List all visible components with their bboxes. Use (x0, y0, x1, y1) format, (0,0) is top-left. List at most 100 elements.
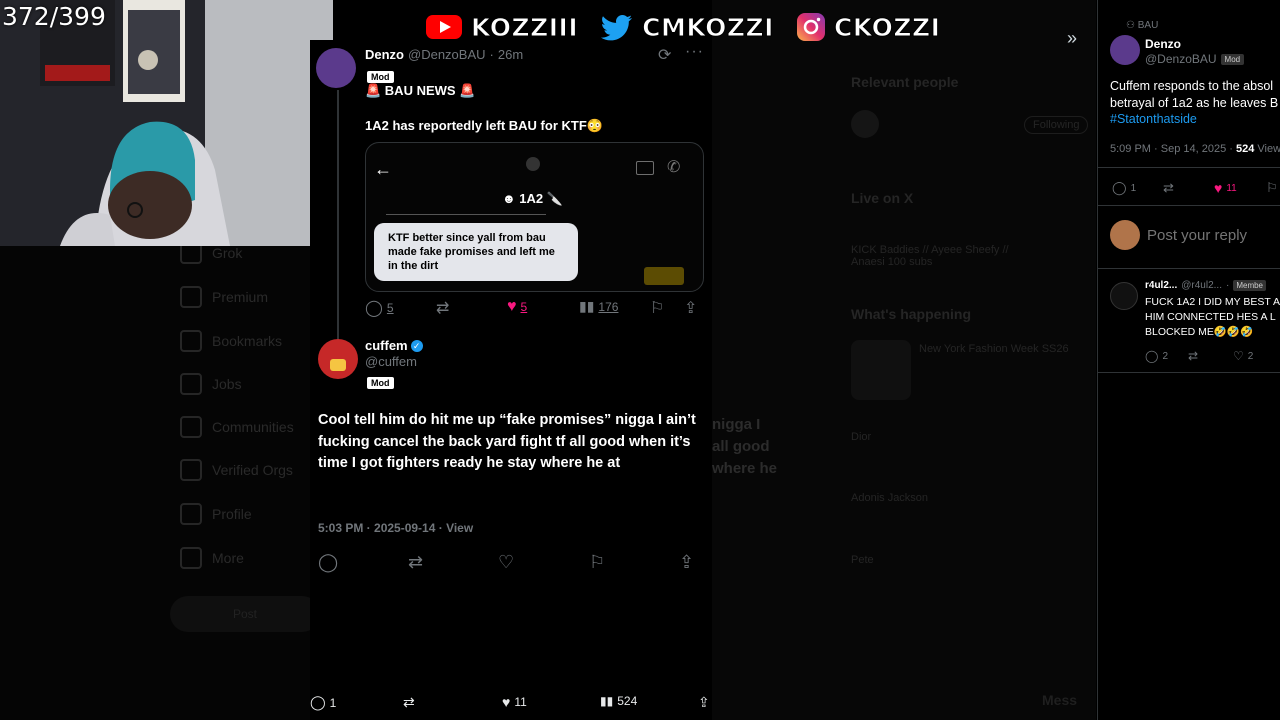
youtube-handle: KOZZIII (470, 12, 579, 42)
post-time[interactable]: 26m (498, 47, 523, 62)
author-name[interactable]: Denzo (1145, 37, 1181, 51)
bookmark-icon: ⚐ (1266, 180, 1278, 195)
contact-avatar (526, 157, 540, 171)
reply-icon: ◯ (1145, 349, 1159, 363)
view-count[interactable]: ▮▮ 524 (600, 694, 637, 708)
phone-icon: ✆ (667, 159, 681, 176)
nav-profile: Profile (180, 503, 252, 525)
nav-more: More (180, 547, 244, 569)
reply-button[interactable]: ◯ 2 (1145, 349, 1168, 363)
back-arrow-icon: ← (374, 159, 392, 179)
repost-button[interactable]: ⇄ (1188, 349, 1198, 363)
heart-icon: ♥ (507, 298, 517, 315)
bookmark-icon[interactable]: ⚐ (589, 552, 605, 573)
grok-icon[interactable]: ⟳ (658, 45, 671, 65)
reply-button[interactable]: ◯ 5 (365, 298, 394, 318)
hashtag-link[interactable]: #Statonthatside (1110, 112, 1197, 126)
nav-communities: Communities (180, 416, 294, 438)
follow-button: Following (1024, 116, 1089, 134)
like-button[interactable]: ♥ 5 (507, 298, 527, 316)
repost-icon[interactable]: ⇄ (408, 552, 423, 573)
dm-message: KTF better since yall from bau made fake… (374, 223, 578, 281)
repost-icon: ⇄ (436, 300, 450, 317)
share-icon[interactable]: ⇪ (679, 552, 694, 573)
background-sidebar: Grok Premium Bookmarks Jobs Communities … (0, 242, 310, 720)
avatar[interactable] (1110, 282, 1138, 310)
webcam-scene (0, 0, 333, 246)
mod-badge: Mod (1220, 53, 1245, 65)
instagram-handle: CKOZZI (833, 12, 941, 42)
reply-icon: ◯ (1112, 180, 1127, 195)
trend-name: Adonis Jackson (851, 492, 929, 504)
reply-icon: ◯ (365, 300, 383, 317)
repost-icon: ⇄ (1163, 180, 1174, 195)
author-name[interactable]: cuffem (365, 338, 408, 353)
repost-icon: ⇄ (1188, 349, 1199, 363)
attached-screenshot[interactable]: ← ☻ 1A2 🔪 ✆ KTF better since yall from b… (365, 142, 704, 292)
post-meta: 5:09 PM · Sep 14, 2025 · 524 View (1110, 143, 1280, 155)
expand-icon[interactable]: » (1067, 28, 1077, 49)
community-icon: ⚇ (1126, 20, 1138, 31)
youtube-icon (426, 15, 462, 39)
separator: · (489, 47, 494, 62)
author-name[interactable]: r4ul2... (1145, 280, 1177, 291)
post-meta[interactable]: 5:03 PM · 2025-09-14 · View (318, 521, 473, 535)
nav-grok: Grok (180, 242, 242, 264)
verified-icon: ✓ (410, 339, 423, 352)
share-button[interactable]: ⇪ (698, 694, 710, 711)
share-button[interactable]: ⇪ (684, 298, 697, 318)
trend-name: Pete (851, 554, 874, 566)
mod-badge: Mod (367, 373, 394, 391)
like-button[interactable]: ♡ 2 (1233, 349, 1253, 363)
post-text: Cuffem responds to the absol betrayal of… (1110, 79, 1279, 110)
reply-button[interactable]: ◯ 1 (1112, 180, 1136, 196)
comment-header: r4ul2... @r4ul2... · Membe (1145, 280, 1267, 291)
heart-icon: ♥ (502, 694, 511, 710)
divider (1098, 205, 1280, 206)
author-meta: @DenzoBAU Mod (1145, 52, 1245, 66)
reply-icon[interactable]: ◯ (318, 552, 338, 573)
author-handle[interactable]: @r4ul2... (1181, 280, 1222, 291)
whats-happening-heading: What's happening (851, 306, 971, 322)
more-icon[interactable]: ··· (685, 43, 704, 61)
avatar (851, 110, 879, 138)
divider (1098, 372, 1280, 373)
community-label[interactable]: ⚇ BAU (1126, 20, 1158, 31)
trend-image (851, 340, 911, 400)
thread-line (337, 90, 339, 340)
messages-drawer: Mess (1042, 692, 1078, 708)
trend-text: New York Fashion Week SS26 (919, 343, 1069, 355)
like-button[interactable]: ♥ 11 (1214, 180, 1237, 196)
bookmark-button[interactable]: ⚐ (650, 298, 664, 318)
reply-text: Cool tell him do hit me up “fake promise… (318, 412, 696, 471)
nav-bookmarks: Bookmarks (180, 330, 282, 352)
post-headline: 🚨 BAU NEWS 🚨 (365, 83, 476, 98)
instagram-icon (796, 13, 825, 41)
author-handle[interactable]: @DenzoBAU (1145, 52, 1217, 66)
avatar[interactable] (316, 48, 356, 88)
views-icon: ▮▮ (579, 298, 595, 314)
reply-author: cuffem ✓ (365, 338, 423, 353)
views-button[interactable]: ▮▮ 176 (579, 298, 618, 315)
repost-button[interactable]: ⇄ (1163, 180, 1174, 196)
community-post-panel: ⚇ BAU Denzo @DenzoBAU Mod Cuffem respond… (1097, 0, 1280, 720)
author-handle[interactable]: @DenzoBAU (408, 47, 486, 62)
reply-input[interactable] (1145, 222, 1279, 248)
background-echo-text: nigga I all good where he (712, 416, 778, 477)
author-name[interactable]: Denzo (365, 47, 404, 62)
repost-button[interactable]: ⇄ (436, 298, 449, 318)
nav-premium: Premium (180, 286, 268, 308)
avatar[interactable] (1110, 35, 1140, 65)
repost-count[interactable]: ⇄ (403, 694, 415, 711)
avatar[interactable] (318, 339, 358, 379)
heart-icon[interactable]: ♡ (498, 552, 514, 573)
background-right-column: Relevant people Following Live on X KICK… (712, 0, 1096, 720)
like-count[interactable]: ♥ 11 (502, 694, 527, 710)
author-handle[interactable]: @cuffem (365, 354, 417, 369)
heart-icon: ♡ (1233, 349, 1244, 363)
trend-name: Dior (851, 431, 872, 443)
reply-count[interactable]: ◯ 1 (310, 694, 336, 711)
member-badge: Membe (1233, 280, 1267, 291)
dm-contact: ☻ 1A2 🔪 (502, 191, 563, 206)
bookmark-button[interactable]: ⚐ (1266, 180, 1278, 196)
